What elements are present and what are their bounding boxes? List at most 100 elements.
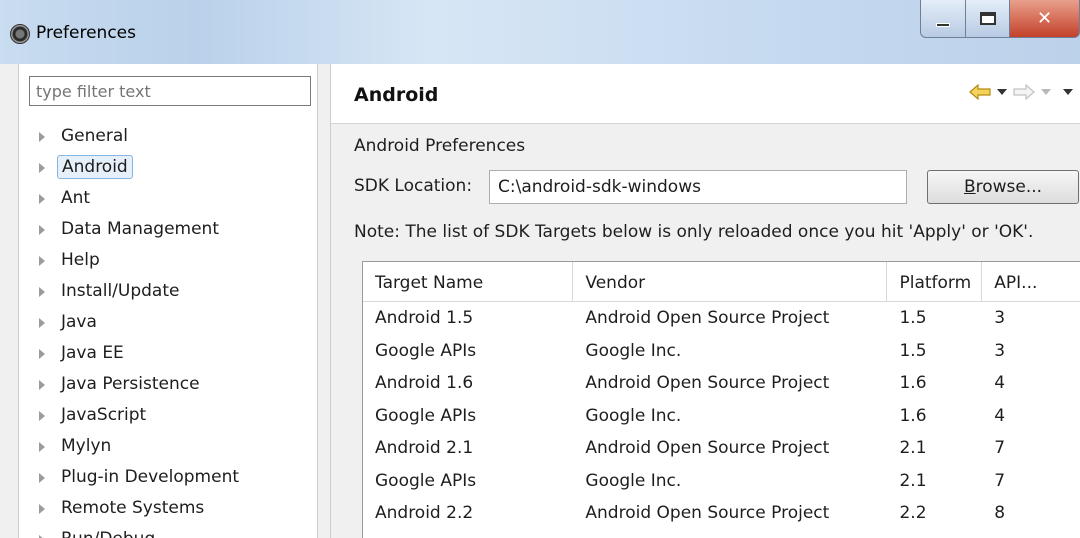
tree-item-javascript[interactable]: JavaScript <box>19 399 319 430</box>
tree-item-ant[interactable]: Ant <box>19 182 319 213</box>
table-cell: 2.1 <box>899 438 927 458</box>
expand-arrow-icon[interactable] <box>39 163 45 173</box>
table-cell: 3 <box>994 308 1006 328</box>
table-cell: Google Inc. <box>585 405 682 426</box>
table-cell: 2.2 <box>899 503 927 523</box>
tree-item-label: Java <box>61 311 97 332</box>
tree-item-label: Ant <box>61 187 91 208</box>
table-cell: Android 1.6 <box>375 373 474 393</box>
tree-item-label: Android <box>57 154 133 179</box>
table-cell: 4 <box>994 373 1006 393</box>
table-cell: 7 <box>994 470 1006 491</box>
filter-input[interactable] <box>29 76 311 106</box>
table-cell: Android 2.1 <box>375 438 474 458</box>
tree-item-label: JavaScript <box>61 404 147 425</box>
expand-arrow-icon[interactable] <box>39 411 45 421</box>
tree-item-label: General <box>61 125 128 146</box>
tree-item-run-debug[interactable]: Run/Debug <box>19 523 319 538</box>
table-cell: 1.6 <box>899 373 927 393</box>
maximize-icon <box>979 12 996 25</box>
table-row[interactable]: Android 2.1 Android Open Source Project 2.… <box>363 432 1080 465</box>
window-controls: ✕ <box>920 0 1080 40</box>
expand-arrow-icon[interactable] <box>39 132 45 142</box>
minimize-button[interactable] <box>920 0 966 38</box>
browse-mnemonic: B <box>963 177 976 197</box>
preference-page: Android Android Preferences SDK Location… <box>330 64 1080 538</box>
table-row[interactable]: Google APIs Google Inc. 1.6 4 <box>363 400 1080 433</box>
tree-item-java-ee[interactable]: Java EE <box>19 337 319 368</box>
title-bar: Preferences ✕ <box>0 0 1080 64</box>
history-navigation <box>969 84 1073 100</box>
table-body: Android 1.5 Android Open Source Project 1.… <box>363 302 1080 530</box>
tree-item-label: Java EE <box>61 342 124 363</box>
forward-dropdown-icon[interactable] <box>1041 89 1051 95</box>
table-header: Target Name Vendor Platform API... <box>363 262 1080 302</box>
expand-arrow-icon[interactable] <box>39 442 45 452</box>
table-cell: Google APIs <box>375 470 477 491</box>
tree-item-label: Data Management <box>61 218 219 239</box>
table-cell: Google Inc. <box>585 340 682 361</box>
expand-arrow-icon[interactable] <box>39 287 45 297</box>
table-cell: 2.1 <box>899 470 927 491</box>
expand-arrow-icon[interactable] <box>39 349 45 359</box>
back-arrow-icon[interactable] <box>969 84 991 100</box>
table-row[interactable]: Android 1.6 Android Open Source Project 1.… <box>363 367 1080 400</box>
table-row[interactable]: Android 1.5 Android Open Source Project 1.… <box>363 302 1080 335</box>
table-cell: Google APIs <box>375 340 477 361</box>
column-header-api[interactable]: API... <box>982 262 1080 301</box>
expand-arrow-icon[interactable] <box>39 380 45 390</box>
tree-item-mylyn[interactable]: Mylyn <box>19 430 319 461</box>
tree-item-label: Remote Systems <box>61 497 205 518</box>
table-cell: 8 <box>994 503 1006 523</box>
sdk-location-field[interactable]: C:\android-sdk-windows <box>489 170 907 204</box>
tree-item-general[interactable]: General <box>19 120 319 151</box>
table-cell: 1.6 <box>899 405 927 426</box>
expand-arrow-icon[interactable] <box>39 256 45 266</box>
tree-item-help[interactable]: Help <box>19 244 319 275</box>
tree-item-label: Mylyn <box>61 435 112 456</box>
table-cell: Android Open Source Project <box>585 308 830 328</box>
table-cell: Android Open Source Project <box>585 438 830 458</box>
view-menu-icon[interactable] <box>1063 89 1073 95</box>
table-cell: Android Open Source Project <box>585 373 830 393</box>
table-row[interactable]: Google APIs Google Inc. 2.1 7 <box>363 465 1080 498</box>
tree-item-java[interactable]: Java <box>19 306 319 337</box>
expand-arrow-icon[interactable] <box>39 473 45 483</box>
tree-item-remote-systems[interactable]: Remote Systems <box>19 492 319 523</box>
table-row[interactable]: Android 2.2 Android Open Source Project 2.… <box>363 497 1080 530</box>
sdk-location-label: SDK Location: <box>354 176 473 196</box>
table-cell: 4 <box>994 405 1006 426</box>
tree-item-label: Install/Update <box>61 280 180 301</box>
tree-item-data-management[interactable]: Data Management <box>19 213 319 244</box>
back-dropdown-icon[interactable] <box>997 89 1007 95</box>
expand-arrow-icon[interactable] <box>39 225 45 235</box>
tree-item-install-update[interactable]: Install/Update <box>19 275 319 306</box>
tree-item-label: Help <box>61 249 100 270</box>
minimize-icon <box>936 22 950 27</box>
tree-item-java-persistence[interactable]: Java Persistence <box>19 368 319 399</box>
tree-item-label: Java Persistence <box>61 373 200 394</box>
table-cell: Android 1.5 <box>375 308 474 328</box>
expand-arrow-icon[interactable] <box>39 504 45 514</box>
tree-item-plug-in-development[interactable]: Plug-in Development <box>19 461 319 492</box>
column-header-platform[interactable]: Platform <box>887 262 983 301</box>
forward-arrow-icon[interactable] <box>1013 84 1035 100</box>
maximize-button[interactable] <box>966 0 1010 38</box>
table-cell: Android Open Source Project <box>585 503 830 523</box>
expand-arrow-icon[interactable] <box>39 318 45 328</box>
tree-item-label: Run/Debug <box>57 528 159 538</box>
table-row[interactable]: Google APIs Google Inc. 1.5 3 <box>363 335 1080 368</box>
close-button[interactable]: ✕ <box>1010 0 1080 38</box>
table-cell: 7 <box>994 438 1006 458</box>
expand-arrow-icon[interactable] <box>39 194 45 204</box>
preference-tree: General Android Ant Data Management Help Inst… <box>19 120 319 538</box>
column-header-target-name[interactable]: Target Name <box>363 262 574 301</box>
table-cell: Google APIs <box>375 405 477 426</box>
browse-button[interactable]: Browse... <box>927 170 1079 204</box>
reload-note: Note: The list of SDK Targets below is o… <box>354 222 1034 242</box>
tree-item-android[interactable]: Android <box>19 151 319 182</box>
window-title: Preferences <box>36 23 136 43</box>
table-cell: 1.5 <box>899 340 927 361</box>
column-header-vendor[interactable]: Vendor <box>573 262 888 301</box>
table-cell: 3 <box>994 340 1006 361</box>
